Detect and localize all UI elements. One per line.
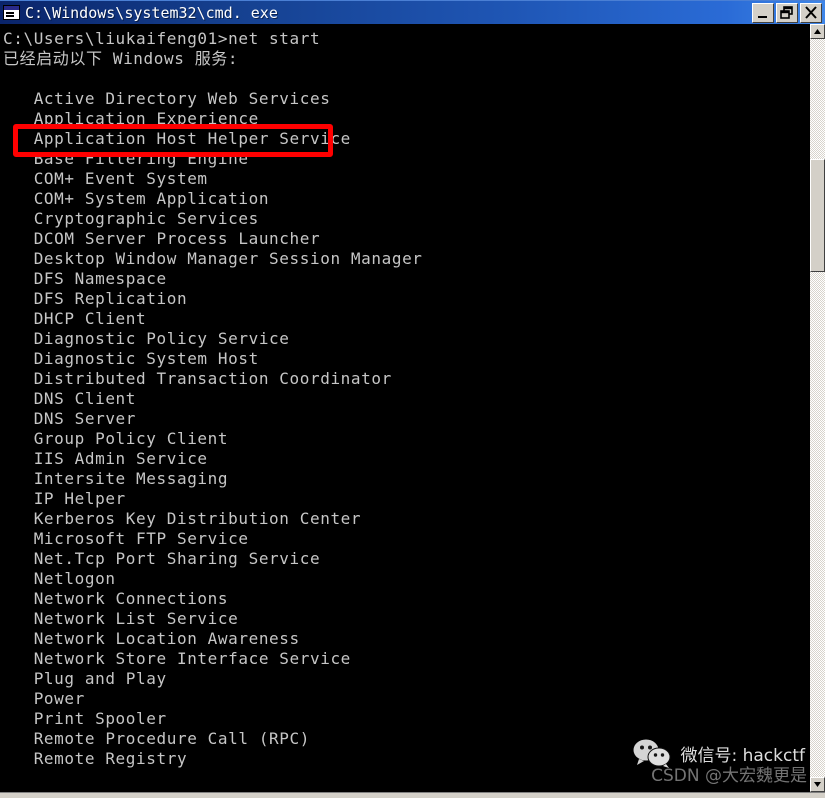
restore-button[interactable] — [776, 2, 798, 23]
close-button[interactable] — [800, 2, 822, 23]
scroll-up-button[interactable] — [810, 24, 825, 39]
minimize-button[interactable] — [752, 2, 774, 23]
console-icon — [3, 5, 20, 20]
console-text: C:\Users\liukaifeng01>net start 已经启动以下 W… — [3, 29, 423, 768]
close-icon — [805, 5, 817, 19]
scrollbar-thumb[interactable] — [810, 159, 825, 272]
minimize-icon — [758, 15, 767, 18]
window-left-border — [0, 24, 1, 792]
window-titlebar[interactable]: C:\Windows\system32\cmd. exe — [0, 0, 825, 24]
console-output-area[interactable]: C:\Users\liukaifeng01>net start 已经启动以下 W… — [0, 24, 810, 792]
restore-icon — [780, 5, 793, 19]
cmd-window: C:\Windows\system32\cmd. exe C:\Users\li… — [0, 0, 825, 798]
chevron-down-icon — [814, 782, 821, 787]
window-controls — [752, 2, 822, 23]
vertical-scrollbar[interactable] — [810, 24, 825, 792]
window-title: C:\Windows\system32\cmd. exe — [25, 3, 278, 22]
scroll-down-button[interactable] — [810, 777, 825, 792]
chevron-up-icon — [814, 29, 821, 34]
window-bottom-border — [0, 792, 825, 798]
